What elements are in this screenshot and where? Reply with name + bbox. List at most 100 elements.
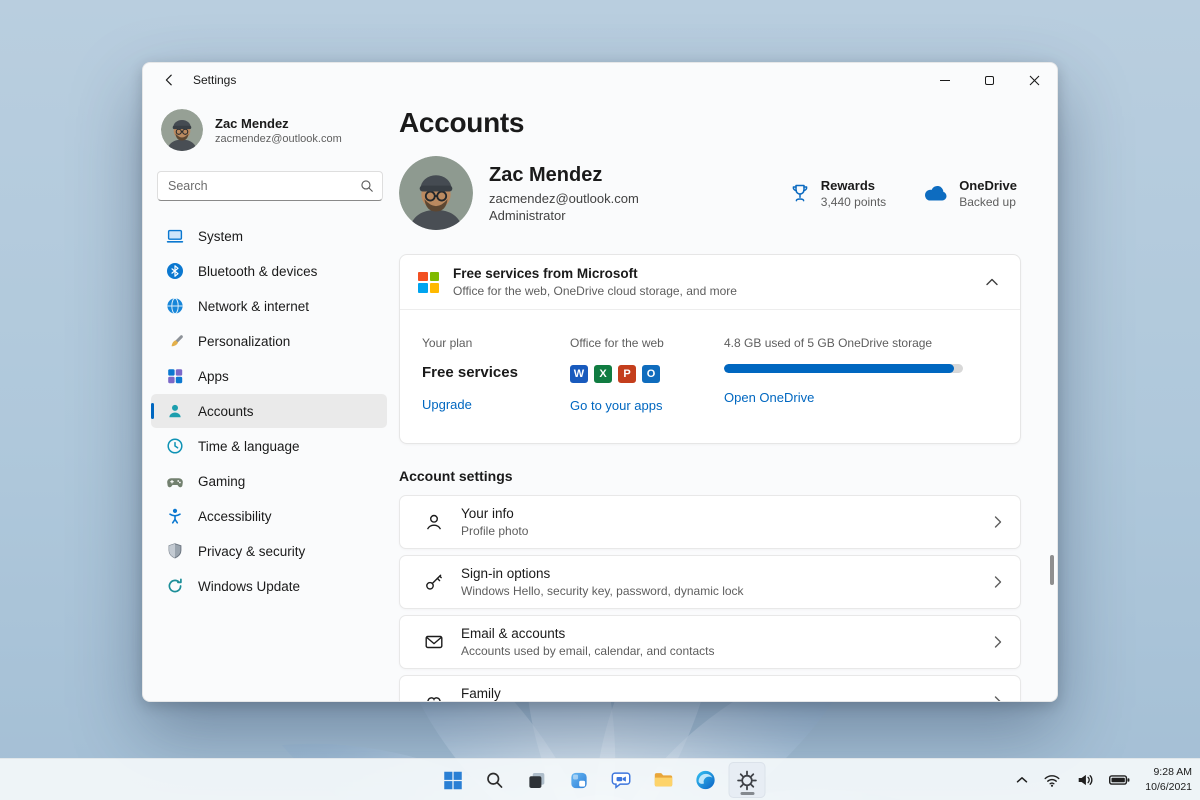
sidebar-item-gaming[interactable]: Gaming	[151, 464, 387, 498]
wifi-button[interactable]	[1038, 767, 1066, 793]
mail-icon	[425, 635, 443, 649]
window-scrollbar-thumb[interactable]	[1050, 555, 1054, 585]
taskbar-clock[interactable]: 9:28 AM 10/6/2021	[1145, 765, 1192, 794]
globe-icon	[167, 297, 183, 315]
sidebar-item-label: Network & internet	[198, 298, 310, 314]
open-onedrive-link[interactable]: Open OneDrive	[724, 390, 984, 405]
minimize-button[interactable]	[922, 63, 967, 97]
storage-header: 4.8 GB used of 5 GB OneDrive storage	[724, 336, 933, 350]
family-row[interactable]: Family Manage your family group, edit ac…	[399, 675, 1021, 701]
task-view-button[interactable]	[519, 762, 556, 798]
family-heart-icon	[427, 697, 441, 701]
system-icon	[166, 229, 184, 243]
sidebar-item-time-language[interactable]: Time & language	[151, 429, 387, 463]
rewards-widget[interactable]: Rewards 3,440 points	[789, 178, 886, 209]
game-controller-icon	[167, 478, 183, 488]
sidebar-item-windows-update[interactable]: Windows Update	[151, 569, 387, 603]
battery-button[interactable]	[1104, 770, 1135, 790]
battery-icon	[1109, 775, 1130, 785]
folder-icon	[654, 773, 672, 787]
file-explorer-button[interactable]	[645, 762, 682, 798]
chevron-right-icon	[994, 516, 1002, 528]
accessibility-person-icon	[169, 508, 181, 524]
sidebar-nav: System Bluetooth & devices Network & int…	[151, 219, 387, 603]
person-icon	[426, 514, 442, 530]
edge-button[interactable]	[687, 762, 724, 798]
onedrive-progress-fill	[724, 364, 954, 373]
chat-button[interactable]	[603, 762, 640, 798]
search-input[interactable]	[157, 171, 383, 201]
maximize-button[interactable]	[967, 63, 1012, 97]
sidebar-item-privacy-security[interactable]: Privacy & security	[151, 534, 387, 568]
hidden-icons-button[interactable]	[1011, 772, 1033, 788]
volume-button[interactable]	[1071, 767, 1099, 793]
clock-icon	[167, 438, 183, 454]
settings-button[interactable]	[728, 762, 766, 798]
plan-value: Free services	[422, 364, 518, 381]
sidebar-item-label: System	[198, 228, 244, 244]
free-services-header[interactable]: Free services from Microsoft Office for …	[400, 255, 1020, 310]
chevron-up-icon	[1017, 777, 1028, 783]
your-info-row[interactable]: Your info Profile photo	[399, 495, 1021, 549]
sidebar-user-name: Zac Mendez	[215, 115, 289, 131]
trophy-icon	[792, 184, 808, 202]
word-icon: W	[570, 365, 588, 383]
rewards-points: 3,440 points	[820, 194, 887, 209]
avatar	[161, 109, 203, 151]
row-subtitle: Windows Hello, security key, password, d…	[461, 584, 744, 598]
close-button[interactable]	[1012, 63, 1057, 97]
free-services-card: Free services from Microsoft Office for …	[399, 254, 1021, 444]
profile-header: Zac Mendez zacmendez@outlook.com Adminis…	[399, 156, 1021, 230]
minimize-icon	[939, 79, 950, 81]
sidebar-item-system[interactable]: System	[151, 219, 387, 253]
go-to-apps-link[interactable]: Go to your apps	[570, 398, 724, 413]
plan-header: Your plan	[422, 336, 473, 350]
widgets-button[interactable]	[561, 762, 598, 798]
search-icon	[361, 180, 373, 192]
sidebar-item-accounts[interactable]: Accounts	[151, 394, 387, 428]
taskbar: 9:28 AM 10/6/2021	[0, 758, 1200, 800]
sidebar-item-accessibility[interactable]: Accessibility	[151, 499, 387, 533]
taskbar-search-button[interactable]	[477, 762, 514, 798]
sidebar-item-network-internet[interactable]: Network & internet	[151, 289, 387, 323]
powerpoint-icon: P	[618, 365, 636, 383]
upgrade-link[interactable]: Upgrade	[422, 397, 570, 412]
rewards-title: Rewards	[820, 177, 875, 193]
bluetooth-icon	[167, 263, 183, 279]
sidebar-user-chip[interactable]: Zac Mendez zacmendez@outlook.com	[161, 109, 387, 151]
search-icon	[487, 772, 503, 788]
free-services-subtitle: Office for the web, OneDrive cloud stora…	[453, 284, 737, 298]
selected-accent-pill	[151, 403, 154, 419]
chevron-up-icon	[982, 274, 1002, 290]
email-accounts-row[interactable]: Email & accounts Accounts used by email,…	[399, 615, 1021, 669]
sidebar-item-label: Time & language	[198, 438, 300, 454]
active-app-indicator	[740, 792, 754, 795]
office-apps-row: W X P O	[570, 364, 724, 384]
sidebar-item-personalization[interactable]: Personalization	[151, 324, 387, 358]
close-icon	[1029, 75, 1040, 85]
sidebar-item-bluetooth-devices[interactable]: Bluetooth & devices	[151, 254, 387, 288]
office-header: Office for the web	[570, 336, 664, 350]
settings-gear-icon	[737, 770, 757, 790]
free-services-body: Your plan Free services Upgrade Office f…	[400, 310, 1020, 443]
chevron-right-icon	[994, 636, 1002, 648]
task-view-icon	[529, 772, 545, 788]
onedrive-status: Backed up	[959, 194, 1016, 209]
back-button[interactable]	[153, 66, 185, 94]
page-title: Accounts	[399, 107, 525, 138]
wifi-icon	[1044, 775, 1060, 787]
profile-role: Administrator	[489, 207, 566, 223]
chat-bubble-icon	[611, 772, 630, 789]
speaker-icon	[1078, 774, 1093, 786]
sidebar-item-apps[interactable]: Apps	[151, 359, 387, 393]
outlook-icon: O	[642, 365, 660, 383]
onedrive-title: OneDrive	[959, 177, 1017, 193]
row-title: Your info	[461, 506, 514, 521]
onedrive-widget[interactable]: OneDrive Backed up	[922, 178, 1017, 209]
start-button[interactable]	[435, 762, 472, 798]
sidebar-item-label: Personalization	[198, 333, 291, 349]
clock-time: 9:28 AM	[1153, 766, 1192, 779]
sign-in-options-row[interactable]: Sign-in options Windows Hello, security …	[399, 555, 1021, 609]
row-title: Sign-in options	[461, 566, 551, 581]
clock-date: 10/6/2021	[1145, 781, 1192, 793]
